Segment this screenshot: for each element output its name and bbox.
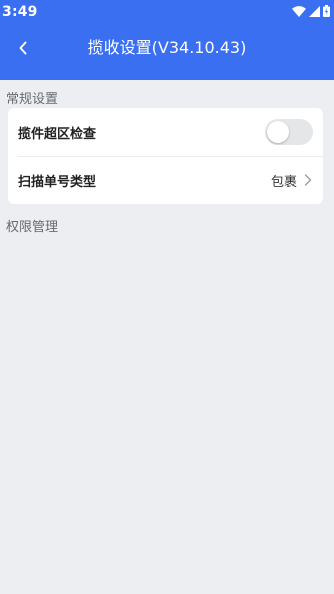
setting-label-scan-type: 扫描单号类型 — [18, 174, 97, 190]
status-time: 3:49 — [2, 4, 38, 20]
overzone-check-toggle[interactable] — [265, 119, 313, 145]
page-title: 揽收设置(V34.10.43) — [87, 38, 247, 57]
battery-icon — [323, 2, 330, 21]
setting-label-overzone-check: 揽件超区检查 — [18, 126, 97, 142]
wifi-icon — [292, 2, 306, 21]
back-button[interactable] — [10, 36, 36, 62]
status-icons — [292, 4, 330, 17]
setting-row-scan-type[interactable]: 扫描单号类型 包裹 — [8, 156, 323, 204]
toggle-knob — [267, 121, 289, 143]
back-arrow-icon — [18, 40, 28, 59]
settings-card-general: 揽件超区检查 扫描单号类型 包裹 — [8, 108, 323, 204]
setting-row-overzone-check[interactable]: 揽件超区检查 — [8, 108, 323, 156]
app-header: 3:49 揽收设置(V34.10.43) — [0, 0, 334, 80]
section-header-general: 常规设置 — [6, 92, 59, 107]
section-header-permissions[interactable]: 权限管理 — [6, 216, 58, 235]
scan-type-value: 包裹 — [270, 174, 297, 190]
chevron-right-icon — [303, 173, 313, 187]
signal-icon — [309, 2, 320, 21]
